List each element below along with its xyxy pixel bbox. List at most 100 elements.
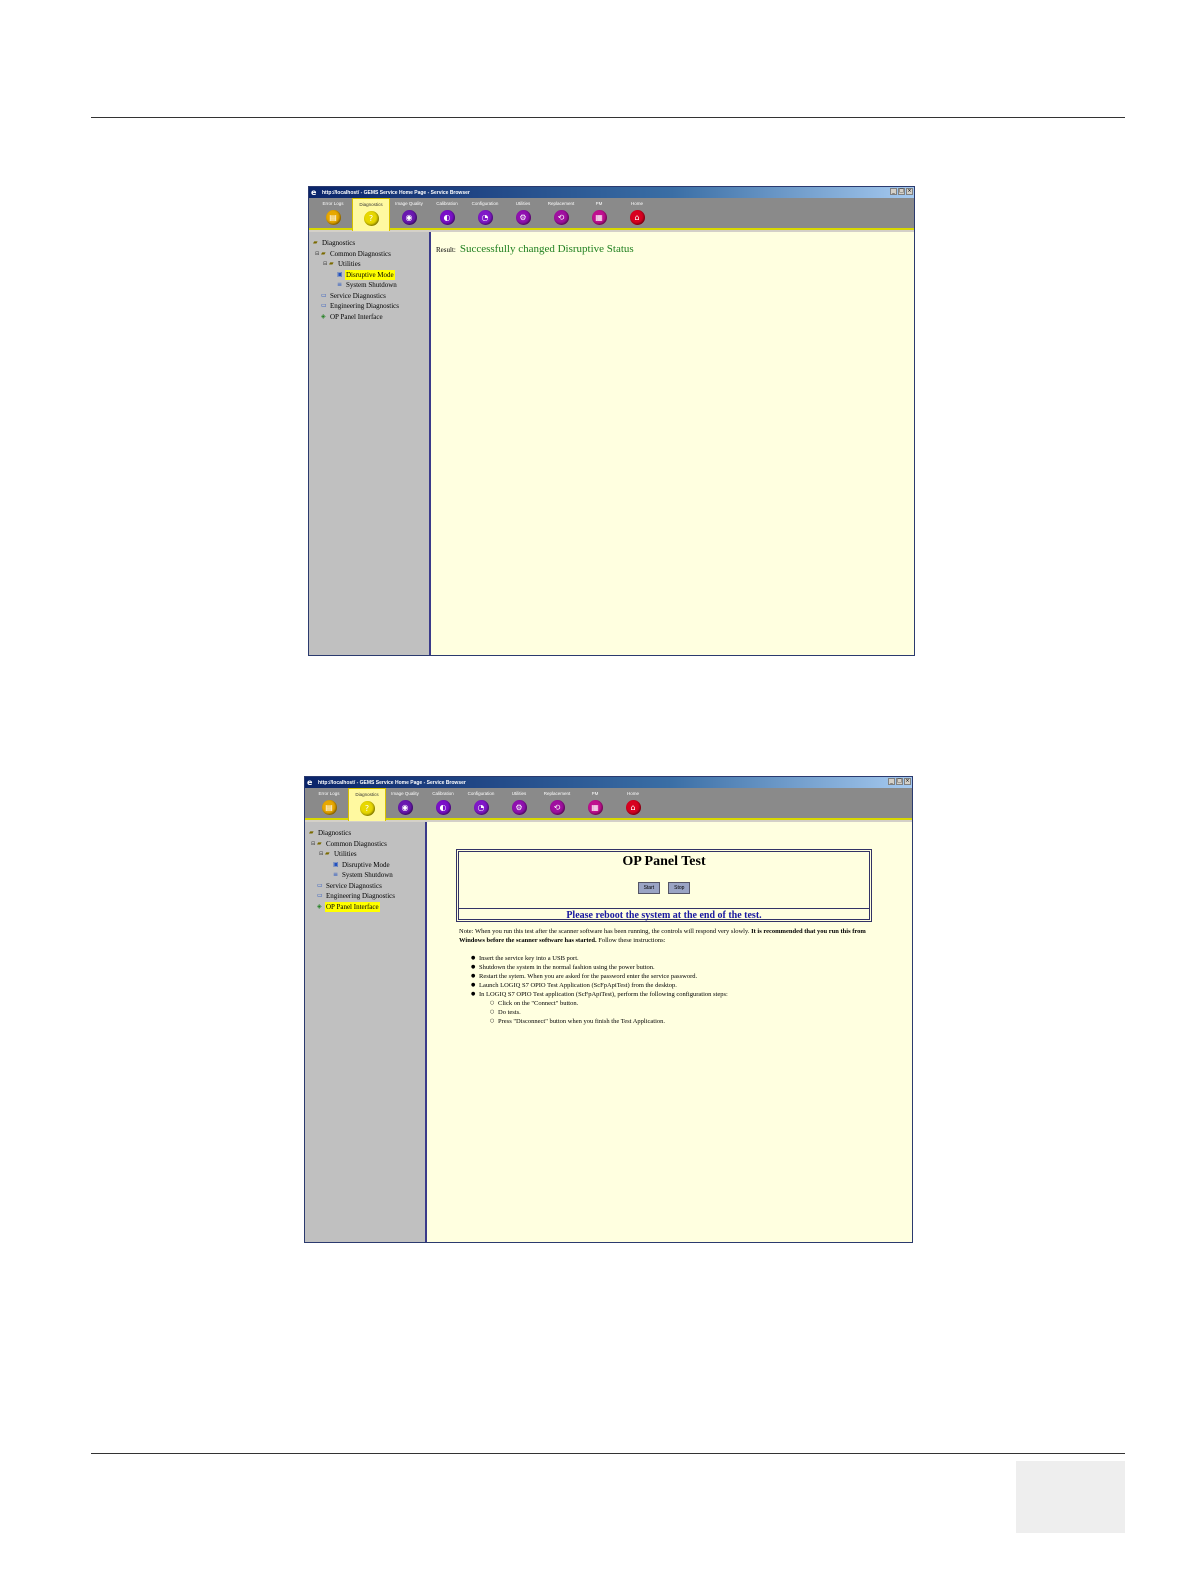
home-icon: ⌂ [625,800,641,815]
tab-error-logs[interactable]: Error Logs ▤ [314,198,352,228]
tree-item-op-panel-interface[interactable]: ◈ OP Panel Interface [309,312,429,323]
maximize-button[interactable]: □ [896,778,903,785]
tab-image-quality[interactable]: Image Quality ◉ [390,198,428,228]
minimize-button[interactable]: _ [888,778,895,785]
configuration-icon: ◔ [477,210,493,225]
sub-list-item: ○ Do tests. [490,1009,521,1016]
folder-open-icon: ▰ [321,249,326,257]
tab-replacement[interactable]: Replacement ⟲ [538,788,576,818]
stop-button[interactable]: Stop [668,882,691,894]
list-item: ● Insert the service key into a USB port. [471,955,579,962]
tab-pm[interactable]: PM ▦ [580,198,618,228]
close-button[interactable]: × [906,188,913,195]
tab-diagnostics[interactable]: Diagnostics? [348,788,386,821]
tab-configuration[interactable]: Configuration ◔ [462,788,500,818]
service-toolbar: Error Logs ▤ Diagnostics? Image Quality ◉ … [309,198,914,231]
error-logs-icon: ▤ [321,800,337,815]
tree-item-common-diagnostics[interactable]: ⊟ ▰ Common Diagnostics [309,249,429,260]
tab-configuration[interactable]: Configuration ◔ [466,198,504,228]
tree-item-service-diagnostics[interactable]: ▭ Service Diagnostics [309,291,429,302]
header-rule [91,117,1125,118]
tree-item-system-shutdown[interactable]: ≡ System Shutdown [305,870,425,881]
panel-icon: ◈ [317,902,322,910]
page-icon: ▭ [317,881,323,889]
tab-error-logs[interactable]: Error Logs ▤ [310,788,348,818]
page-icon: ▭ [321,302,327,310]
tab-diagnostics[interactable]: Diagnostics? [352,198,390,231]
tree-item-common-diagnostics[interactable]: ⊟ ▰ Common Diagnostics [305,839,425,850]
folder-open-icon: ▰ [313,239,318,247]
tree-item-diagnostics[interactable]: ▰ Diagnostics [309,238,429,249]
tree-item-disruptive-mode[interactable]: ▣ Disruptive Mode [305,860,425,871]
home-icon: ⌂ [629,210,645,225]
tab-calibration[interactable]: Calibration ◐ [428,198,466,228]
result-message: Result: Successfully changed Disruptive … [436,239,634,257]
list-item: ● Shutdown the system in the normal fashi… [471,964,655,971]
utilities-icon: ⚙ [511,800,527,815]
tree-item-engineering-diagnostics[interactable]: ▭ Engineering Diagnostics [305,891,425,902]
folder-open-icon: ▰ [317,839,322,847]
sub-list-item: ○ Click on the "Connect" button. [490,1000,579,1007]
navigation-tree: ▰ Diagnostics ⊟ ▰ Common Diagnostics ⊟ ▰ Util… [309,232,431,655]
pm-icon: ▦ [591,210,607,225]
navigation-tree: ▰ Diagnostics ⊟ ▰ Common Diagnostics ⊟ ▰ Util… [305,822,427,1242]
close-button[interactable]: × [904,778,911,785]
reboot-warning: Please reboot the system at the end of t… [566,910,762,921]
tree-item-service-diagnostics[interactable]: ▭ Service Diagnostics [305,881,425,892]
error-logs-icon: ▤ [325,210,341,225]
op-panel-title: OP Panel Test [622,854,706,869]
diagnostics-icon: ? [363,211,379,226]
page-icon: ▭ [317,892,323,900]
shutdown-icon: ≡ [333,871,339,879]
tree-item-system-shutdown[interactable]: ≡ System Shutdown [309,280,429,291]
note-text: Note: When you run this test after the s… [459,928,866,944]
title-bar: e http://localhost/ - GEMS Service Home … [305,777,912,788]
configuration-icon: ◔ [473,800,489,815]
tree-item-diagnostics[interactable]: ▰ Diagnostics [305,828,425,839]
panel-icon: ◈ [321,312,326,320]
calibration-icon: ◐ [435,800,451,815]
maximize-button[interactable]: □ [898,188,905,195]
list-item: ● Restart the sytem. When you are asked f… [471,973,698,980]
folder-open-icon: ▰ [325,850,330,858]
service-browser-window-2: e http://localhost/ - GEMS Service Home … [304,776,913,1243]
tree-item-op-panel-interface[interactable]: ◈ OP Panel Interface [305,901,425,913]
page-number-box [1016,1461,1125,1533]
tab-utilities[interactable]: Utilities ⚙ [504,198,542,228]
window-title: http://localhost/ - GEMS Service Home Pa… [318,779,466,786]
diagnostics-icon: ? [359,801,375,816]
list-item: ● In LOGIQ S7 OPIO Test application (ScFp… [471,991,728,998]
tab-utilities[interactable]: Utilities ⚙ [500,788,538,818]
minimize-button[interactable]: _ [890,188,897,195]
browser-icon: e [311,188,317,197]
tab-pm[interactable]: PM ▦ [576,788,614,818]
image-quality-icon: ◉ [401,210,417,225]
tree-item-disruptive-mode[interactable]: ▣ Disruptive Mode [309,269,429,281]
utilities-icon: ⚙ [515,210,531,225]
pm-icon: ▦ [587,800,603,815]
tree-item-utilities[interactable]: ⊟ ▰ Utilities [309,259,429,270]
replacement-icon: ⟲ [553,210,569,225]
instruction-list: ● Insert the service key into a USB port.… [471,954,728,1026]
tab-home[interactable]: Home ⌂ [618,198,656,228]
tab-replacement[interactable]: Replacement ⟲ [542,198,580,228]
title-bar: e http://localhost/ - GEMS Service Home … [309,187,914,198]
calibration-icon: ◐ [439,210,455,225]
service-toolbar: Error Logs ▤ Diagnostics? Image Quality ◉ … [305,788,912,821]
tab-home[interactable]: Home ⌂ [614,788,652,818]
footer-rule [91,1453,1125,1454]
page-icon: ▭ [321,291,327,299]
op-panel-test-box: OP Panel Test Start Stop Please reboot t… [456,849,872,922]
tree-item-engineering-diagnostics[interactable]: ▭ Engineering Diagnostics [309,301,429,312]
list-item: ● Launch LOGIQ S7 OPIO Test Application (… [471,982,677,989]
main-content: OP Panel Test Start Stop Please reboot t… [427,822,912,1242]
shutdown-icon: ≡ [337,281,343,289]
replacement-icon: ⟲ [549,800,565,815]
tree-item-utilities[interactable]: ⊟ ▰ Utilities [305,849,425,860]
start-button[interactable]: Start [637,882,661,894]
page-icon: ▣ [337,270,343,278]
service-browser-window-1: e http://localhost/ - GEMS Service Home … [308,186,915,656]
image-quality-icon: ◉ [397,800,413,815]
tab-calibration[interactable]: Calibration ◐ [424,788,462,818]
tab-image-quality[interactable]: Image Quality ◉ [386,788,424,818]
